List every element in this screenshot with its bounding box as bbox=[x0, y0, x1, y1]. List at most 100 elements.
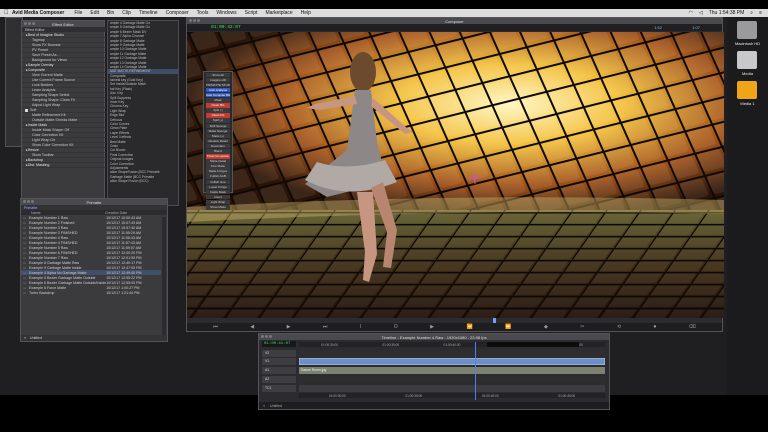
tab-effect-editor[interactable]: Effect Editor bbox=[25, 28, 45, 32]
clock[interactable]: Thu 1:54:38 PM bbox=[709, 10, 745, 16]
bin-view-label[interactable]: Untitled bbox=[30, 336, 42, 340]
primatte-menu-button[interactable]: Light Wrap bbox=[206, 199, 230, 205]
transport-button[interactable]: ⏮ bbox=[213, 324, 218, 330]
bin-scrollbar[interactable] bbox=[162, 217, 166, 337]
primatte-menu-button[interactable]: Matte Sponge bbox=[206, 128, 230, 134]
tab-primatte[interactable]: Primatte bbox=[24, 206, 37, 210]
drive-macintosh-hd-icon[interactable] bbox=[737, 21, 757, 39]
wifi-icon[interactable]: ◠ bbox=[688, 10, 692, 16]
primatte-menu-button[interactable]: Spill (+) bbox=[206, 118, 230, 123]
menu-windows[interactable]: Windows bbox=[216, 10, 236, 16]
menu-composer[interactable]: Composer bbox=[166, 10, 189, 16]
effect-bin-item[interactable]: ation Shape Fusion (BCC) bbox=[108, 179, 178, 183]
menu-help[interactable]: Help bbox=[301, 10, 311, 16]
timeline-window[interactable]: Timeline - Example Number 4 Raw - 1920x1… bbox=[258, 333, 610, 410]
track-a1-clip[interactable]: Dance Room.jpg bbox=[299, 367, 605, 374]
transport-button[interactable]: ⏭ bbox=[323, 324, 328, 330]
timeline-sequence-label[interactable]: Untitled bbox=[270, 404, 282, 408]
track-tc1-lane[interactable] bbox=[299, 385, 605, 392]
primatte-menu-button[interactable]: Blend bbox=[206, 149, 230, 154]
apple-icon[interactable]:  bbox=[4, 10, 12, 16]
drive-media-1-icon[interactable] bbox=[737, 81, 757, 99]
transport-button[interactable]: ◀ bbox=[250, 324, 254, 330]
primatte-menu-button[interactable]: Lower Fringe bbox=[206, 184, 230, 190]
composer-window-controls[interactable] bbox=[189, 19, 200, 22]
primatte-menu-button[interactable]: Matte Fringes bbox=[206, 169, 230, 174]
primatte-menu-button[interactable]: Decontam bbox=[206, 143, 230, 149]
primatte-menu-button[interactable]: Show All bbox=[206, 72, 230, 78]
transport-button[interactable]: ▶ bbox=[430, 324, 434, 330]
bin-titlebar[interactable]: Primatte bbox=[21, 199, 167, 205]
primatte-menu-button[interactable]: Clean FG bbox=[206, 113, 230, 118]
transport-button[interactable]: ▶ bbox=[287, 324, 291, 330]
column-name[interactable]: Name bbox=[31, 211, 105, 215]
menu-tools[interactable]: Tools bbox=[197, 10, 209, 16]
bin-menu-icon[interactable]: ≡ bbox=[24, 336, 26, 340]
menu-timeline[interactable]: Timeline bbox=[139, 10, 158, 16]
menu-script[interactable]: Script bbox=[245, 10, 258, 16]
transport-button[interactable]: O bbox=[394, 324, 398, 330]
primatte-menu-button[interactable]: Inside Mask bbox=[206, 189, 230, 195]
effect-editor-window[interactable]: Effect Editor Effect Editor ▸ Best of Im… bbox=[21, 20, 106, 206]
track-a2[interactable]: A2 bbox=[262, 376, 296, 383]
primatte-menu-button[interactable]: Restore Detail bbox=[206, 138, 230, 144]
transport-button[interactable]: ⌫ bbox=[689, 324, 696, 330]
primatte-menu-button[interactable]: Invert bbox=[206, 194, 230, 200]
primatte-menu-button[interactable]: Show Matte bbox=[206, 205, 230, 210]
primatte-bin-window[interactable]: Primatte Primatte Name Creation Date ▭ Ex… bbox=[20, 198, 168, 342]
primatte-menu-button[interactable]: Final Composite bbox=[206, 154, 230, 159]
timecode-tracking-2[interactable]: 1:07 bbox=[692, 25, 700, 30]
primatte-menu-button[interactable]: Auto Compute BG bbox=[206, 92, 230, 98]
primatte-menu-button[interactable]: Clean BG bbox=[206, 103, 230, 108]
primatte-menu-button[interactable]: Spill (-) bbox=[206, 108, 230, 113]
menu-list-icon[interactable]: ≡ bbox=[759, 10, 762, 16]
menu-clip[interactable]: Clip bbox=[122, 10, 131, 16]
primatte-menu-button[interactable]: Spill Sponge bbox=[206, 123, 230, 129]
video-monitor[interactable] bbox=[187, 32, 724, 318]
primatte-menu-button[interactable]: Matte Detail bbox=[206, 159, 230, 164]
primatte-menu-button[interactable]: Auto Analysis bbox=[206, 87, 230, 93]
drive-label-macintosh[interactable]: Macintosh HD bbox=[729, 41, 766, 46]
effect-param-row[interactable]: ▸ Dist. Masking bbox=[22, 163, 106, 168]
volume-icon[interactable]: ◁ bbox=[699, 10, 703, 16]
primatte-menu-button[interactable]: Fullish AGB bbox=[206, 174, 230, 179]
menu-file[interactable]: File bbox=[74, 10, 82, 16]
timeline-titlebar[interactable]: Timeline - Example Number 4 Raw - 1920x1… bbox=[259, 334, 609, 340]
track-v2[interactable]: V2 bbox=[262, 350, 296, 357]
drive-label-media[interactable]: Media bbox=[729, 71, 766, 76]
menu-marketplace[interactable]: Marketplace bbox=[265, 10, 292, 16]
drive-media-icon[interactable] bbox=[737, 51, 757, 69]
transport-button[interactable]: ⏪ bbox=[467, 324, 473, 330]
timeline-bottom-ruler[interactable]: 01:00:30:00 01:00:35:00 01:00:40:00 01:00:4… bbox=[299, 393, 605, 398]
app-name-menu[interactable]: Avid Media Composer bbox=[12, 10, 64, 16]
track-tc1[interactable]: TC1 bbox=[262, 385, 296, 392]
checkbox[interactable] bbox=[25, 108, 28, 112]
bin-row[interactable]: ▭ Turbo Backdrop 10/12/17 1:21:44 PM bbox=[21, 290, 161, 295]
transport-button[interactable]: ⏺ bbox=[654, 324, 657, 330]
effect-bin-list[interactable]: ample 4 Garbage Matte Go ample 5 Garbage … bbox=[107, 20, 179, 206]
bin-window-controls[interactable] bbox=[23, 200, 34, 203]
timeline-playhead[interactable] bbox=[475, 342, 476, 400]
bin-row[interactable]: ▭ Example 6 Bezier Garbage Matte Outside/… bbox=[21, 280, 161, 285]
composer-window[interactable]: Composer 01:00:42:07 1:52 1:07 ⏮ ◀ ▶ ⏭ I… bbox=[186, 17, 724, 332]
drive-label-media-1[interactable]: Media 1 bbox=[729, 101, 766, 106]
transport-button[interactable]: ◆ bbox=[544, 324, 548, 330]
window-controls[interactable] bbox=[24, 22, 35, 25]
transport-button[interactable]: ✂ bbox=[580, 324, 584, 330]
primatte-menu-button[interactable]: Mask bbox=[206, 98, 230, 103]
primatte-menu-button[interactable]: Matte (+) bbox=[206, 133, 230, 139]
search-icon[interactable]: ⌕ bbox=[750, 10, 753, 16]
menu-bin[interactable]: Bin bbox=[107, 10, 114, 16]
bin-row[interactable]: ▭ Example 5 Bezier Garbage Matte Outside 1… bbox=[21, 275, 161, 280]
track-v1-clip[interactable] bbox=[299, 358, 605, 365]
column-creation-date[interactable]: Creation Date bbox=[105, 211, 127, 215]
transport-button[interactable]: ⟲ bbox=[617, 324, 621, 330]
transport-button[interactable]: I bbox=[360, 324, 361, 330]
track-v2-lane[interactable] bbox=[299, 350, 605, 357]
primatte-menu-button[interactable]: PRIMATTE STUDIO bbox=[206, 82, 230, 88]
track-v1[interactable]: V1 bbox=[262, 358, 296, 365]
transport-button[interactable]: ⏩ bbox=[505, 324, 511, 330]
primatte-menu-button[interactable]: Imagine HD bbox=[206, 77, 230, 83]
primatte-menu-button[interactable]: Fullish Hue bbox=[206, 179, 230, 185]
timeline-timecode[interactable]: 01:00:41:07 bbox=[262, 341, 296, 347]
